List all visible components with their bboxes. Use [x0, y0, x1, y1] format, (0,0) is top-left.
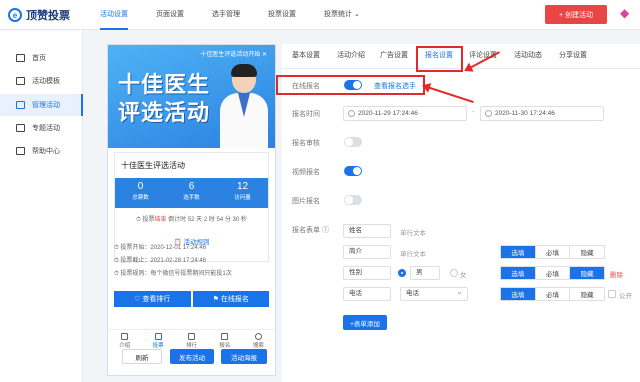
rule-start: ⏱ 投票开始：2020-12-01 17:24:46	[114, 245, 207, 251]
gender-male-radio[interactable]	[398, 269, 406, 277]
form-field-intro[interactable]: 简介	[343, 245, 391, 259]
signup-end-date[interactable]: 2020-11-30 17:24:46	[480, 106, 604, 121]
tab-basic-settings[interactable]: 基本设置	[292, 44, 320, 69]
logo[interactable]: e 顶赞投票	[8, 7, 70, 23]
tab-activity-feed[interactable]: 活动动态	[514, 44, 542, 69]
topnav-vote-stats[interactable]: 投票统计 ⌄	[324, 0, 360, 30]
tab-activity-intro[interactable]: 活动介绍	[337, 44, 365, 69]
view-ranking-button[interactable]: ♡ 查看排行	[114, 291, 191, 307]
sidebar: 首页 活动模板 管理活动 专题活动 帮助中心	[0, 31, 83, 382]
gender-female-label: 女	[460, 272, 467, 279]
sidebar-item-topics[interactable]: 专题活动	[0, 117, 83, 139]
sidebar-item-help[interactable]: 帮助中心	[0, 140, 83, 162]
publish-button[interactable]: 发布活动	[170, 349, 214, 364]
signup-start-date[interactable]: 2020-11-29 17:24:46	[343, 106, 467, 121]
banner-notice: 十佳医生评选活动开始 ✕	[200, 52, 267, 58]
activity-banner: 十佳医生评选活动开始 ✕ 十佳医生 评选活动	[108, 45, 275, 148]
field-gender-requirement[interactable]: 选填 必填 隐藏	[500, 266, 605, 280]
image-signup-label: 图片报名	[292, 198, 320, 205]
video-signup-toggle[interactable]	[344, 166, 362, 176]
field-type: 单行文本	[400, 251, 426, 258]
highlight-box-toggle	[276, 75, 425, 95]
tab-vote[interactable]: 投票	[141, 330, 174, 351]
help-icon	[16, 147, 25, 155]
stat-visits: 12 访问量	[234, 181, 251, 201]
signup-form-label: 报名表单 ⓘ	[292, 227, 329, 234]
form-field-name[interactable]: 姓名	[343, 224, 391, 238]
doctor-illustration	[220, 61, 268, 148]
online-signup-button[interactable]: ⚑ 在线报名	[192, 291, 269, 307]
public-label: 公开	[619, 293, 632, 300]
template-icon	[16, 77, 25, 85]
signup-review-label: 报名审核	[292, 140, 320, 147]
vip-diamond-icon[interactable]: ◆	[620, 6, 634, 20]
rule-limit: ⏱ 投票规则：每个微信号投票期间只能投1次	[114, 271, 232, 277]
vote-icon	[154, 333, 162, 340]
tab-intro[interactable]: 介绍	[108, 330, 141, 351]
vote-countdown: ⏱ 投票结束 倒计时 52 天 2 时 54 分 30 秒	[136, 217, 247, 223]
field-phone-requirement[interactable]: 选填 必填 隐藏	[500, 287, 605, 301]
preview-tabbar: 介绍 投票 排行 报名 搜索	[108, 329, 275, 351]
tab-share-settings[interactable]: 分享设置	[559, 44, 587, 69]
field-intro-requirement[interactable]: 选填 必填 隐藏	[500, 245, 605, 259]
tab-search[interactable]: 搜索	[242, 330, 275, 351]
tab-ad-settings[interactable]: 广告设置	[380, 44, 408, 69]
topnav-page-settings[interactable]: 页面设置	[156, 0, 184, 30]
stat-total-votes: 0 总票数	[132, 181, 149, 201]
stat-contestants: 6 选手数	[183, 181, 200, 201]
top-bar: e 顶赞投票 活动设置 页面设置 选手管理 投票设置 投票统计 ⌄ + 创建活动…	[0, 0, 640, 30]
logo-icon: e	[8, 8, 22, 22]
poster-button[interactable]: 活动海报	[221, 349, 267, 364]
rule-end: ⏱ 投票截止：2021-02-28 17:24:46	[114, 258, 207, 264]
gender-female-radio[interactable]	[450, 269, 458, 277]
activity-name: 十佳医生评选活动	[121, 161, 185, 170]
clock-icon	[348, 110, 355, 117]
gender-male-option[interactable]: 男	[410, 266, 440, 280]
topnav-activity-settings[interactable]: 活动设置	[100, 0, 128, 30]
sidebar-item-manage[interactable]: 管理活动	[0, 94, 83, 116]
sidebar-item-home[interactable]: 首页	[0, 47, 83, 69]
preview-action-row: ♡ 查看排行 ⚑ 在线报名	[114, 291, 269, 307]
signup-review-toggle[interactable]	[344, 137, 362, 147]
preview-bottom-buttons: 刷新 发布活动 活动海报	[122, 349, 272, 364]
delete-field-link[interactable]: 删除	[610, 269, 623, 279]
ranking-icon	[188, 333, 196, 340]
stats-bar: 0 总票数 6 选手数 12 访问量	[115, 178, 268, 208]
top-nav: 活动设置 页面设置 选手管理 投票设置 投票统计 ⌄	[100, 0, 388, 30]
annotation-arrow	[423, 85, 474, 104]
signup-time-label: 报名时间	[292, 111, 320, 118]
sidebar-item-templates[interactable]: 活动模板	[0, 70, 83, 92]
logo-text: 顶赞投票	[26, 10, 70, 22]
phone-type-select[interactable]: 电话	[400, 286, 468, 301]
field-type: 单行文本	[400, 230, 426, 237]
form-field-phone[interactable]: 电话	[343, 287, 391, 301]
video-signup-label: 视频报名	[292, 169, 320, 176]
mobile-preview: 十佳医生评选活动开始 ✕ 十佳医生 评选活动 ★ ★ 十佳医生评选活动 0总票数…	[107, 44, 276, 376]
home-icon	[16, 54, 25, 62]
public-checkbox[interactable]	[608, 290, 616, 298]
image-signup-toggle[interactable]	[344, 195, 362, 205]
topic-icon	[16, 124, 25, 132]
tab-signup[interactable]: 报名	[208, 330, 241, 351]
form-field-gender[interactable]: 性别	[343, 266, 391, 280]
banner-title-line2: 评选活动	[118, 100, 211, 125]
search-icon	[254, 333, 262, 340]
refresh-button[interactable]: 刷新	[122, 349, 162, 364]
manage-icon	[16, 101, 25, 109]
tab-ranking[interactable]: 排行	[175, 330, 208, 351]
create-activity-button[interactable]: + 创建活动	[545, 5, 607, 24]
intro-icon	[121, 333, 129, 340]
highlight-box-tab	[416, 46, 463, 72]
clock-icon	[485, 110, 492, 117]
topnav-vote-settings[interactable]: 投票设置	[268, 0, 296, 30]
topnav-contestant-mgmt[interactable]: 选手管理	[212, 0, 240, 30]
add-form-field-button[interactable]: +表单添加	[343, 315, 387, 330]
settings-panel: 基本设置 活动介绍 广告设置 报名设置 评论设置 活动动态 分享设置 在线报名 …	[276, 44, 640, 382]
signup-icon	[221, 333, 229, 340]
